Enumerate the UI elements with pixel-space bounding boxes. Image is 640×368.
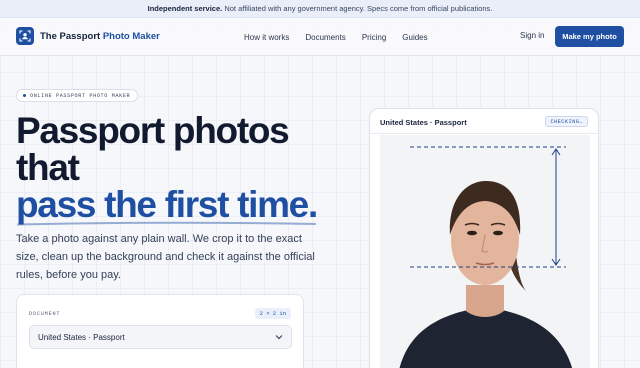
preview-card: United States · Passport CHECKING… bbox=[369, 108, 599, 368]
preview-header: United States · Passport CHECKING… bbox=[370, 109, 598, 134]
hero-badge: ONLINE PASSPORT PHOTO MAKER bbox=[16, 89, 139, 102]
nav-link-guides[interactable]: Guides bbox=[402, 33, 427, 42]
nav-links: How it works Documents Pricing Guides bbox=[244, 18, 444, 56]
preview-title: United States · Passport bbox=[380, 118, 467, 127]
sign-in-link[interactable]: Sign in bbox=[520, 31, 544, 40]
brand-name-accent: Photo Maker bbox=[102, 30, 160, 42]
top-nav: The Passport Photo Maker How it works Do… bbox=[0, 18, 640, 56]
headline-line-1: Passport photos bbox=[16, 110, 290, 151]
nav-link-how-it-works[interactable]: How it works bbox=[244, 33, 289, 42]
hero-headline: Passport photos that pass the first time… bbox=[16, 110, 346, 226]
notice-text: Not affiliated with any government agenc… bbox=[222, 4, 493, 13]
left-eye-shape bbox=[467, 230, 477, 236]
badge-dot bbox=[23, 94, 26, 97]
document-picker-card: DOCUMENT 2 × 2 in United States · Passpo… bbox=[16, 294, 304, 368]
badge-label: ONLINE PASSPORT PHOTO MAKER bbox=[30, 92, 131, 99]
document-select-value: United States · Passport bbox=[38, 333, 125, 342]
document-label: DOCUMENT bbox=[29, 311, 61, 317]
nav-link-documents[interactable]: Documents bbox=[305, 33, 345, 42]
portrait-image bbox=[399, 146, 573, 368]
status-badge: CHECKING… bbox=[545, 116, 588, 127]
headline-line-2: that bbox=[16, 147, 80, 188]
brand-name: The Passport Photo Maker bbox=[40, 31, 160, 42]
photo-preview bbox=[380, 135, 590, 368]
headline-accent: pass the first time. bbox=[16, 184, 318, 226]
underline-decoration bbox=[17, 221, 316, 226]
nav-link-pricing[interactable]: Pricing bbox=[362, 33, 386, 42]
headline-accent-text: pass the first time. bbox=[16, 184, 318, 225]
hero-description: Take a photo against any plain wall. We … bbox=[16, 233, 315, 281]
chevron-down-icon bbox=[275, 335, 283, 340]
document-select[interactable]: United States · Passport bbox=[29, 325, 292, 349]
right-eye-shape bbox=[493, 230, 503, 236]
notice-strong: Independent service. bbox=[147, 4, 223, 13]
make-my-photo-button[interactable]: Make my photo bbox=[555, 26, 624, 47]
brand-logo[interactable]: The Passport Photo Maker bbox=[16, 27, 160, 45]
notice-bar: Independent service. Not affiliated with… bbox=[0, 0, 640, 18]
neck-shape bbox=[466, 285, 504, 317]
size-chip: 2 × 2 in bbox=[254, 308, 291, 319]
brand-name-main: The Passport bbox=[40, 30, 101, 42]
person-icon bbox=[16, 27, 34, 45]
